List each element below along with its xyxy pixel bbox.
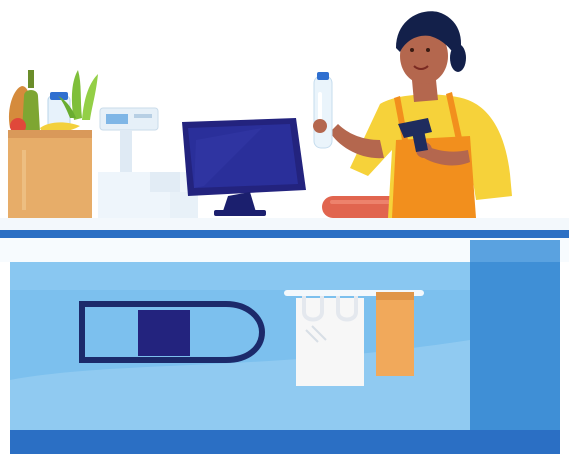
cashier-person (330, 11, 512, 218)
milk-bottle-icon (313, 72, 333, 149)
paper-grocery-bag-icon (8, 70, 98, 218)
checkout-illustration (0, 0, 569, 454)
cash-register-monitor-icon (182, 118, 306, 216)
card-slot-icon (79, 301, 266, 363)
plastic-bag-icon (296, 296, 364, 386)
checkout-scene-svg (0, 11, 569, 454)
paper-bag-icon (376, 292, 414, 376)
